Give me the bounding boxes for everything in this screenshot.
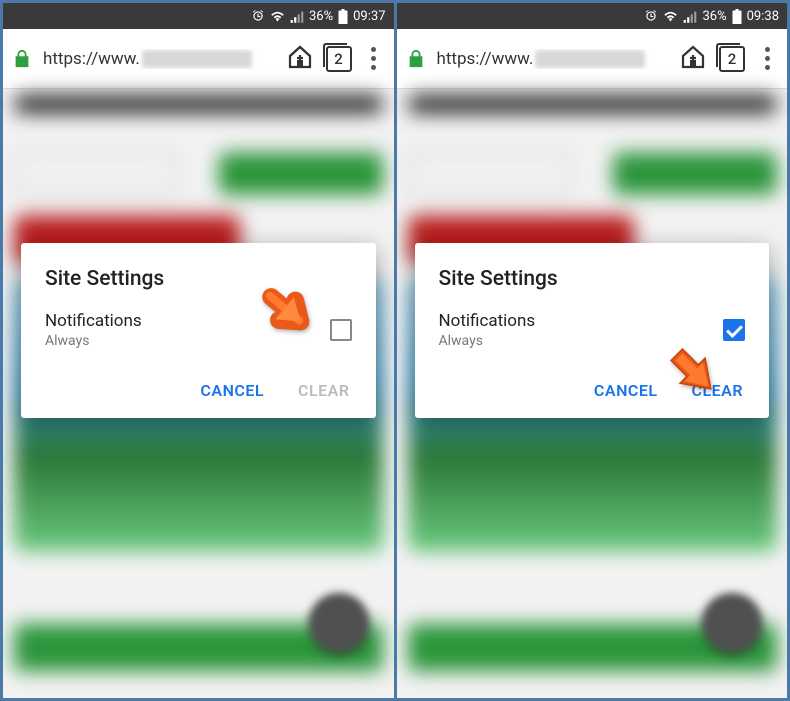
- battery-icon: [732, 9, 742, 24]
- notifications-label: Notifications: [45, 311, 330, 331]
- dialog-title: Site Settings: [45, 267, 352, 291]
- lock-icon: [13, 49, 31, 69]
- url-field[interactable]: https://www.: [437, 49, 668, 69]
- home-icon[interactable]: [286, 43, 314, 75]
- signal-icon: [290, 10, 304, 23]
- cancel-button[interactable]: CANCEL: [198, 375, 266, 406]
- wifi-icon: [270, 10, 285, 23]
- status-bar: 36% 09:38: [397, 3, 788, 29]
- lock-icon: [407, 49, 425, 69]
- wifi-icon: [663, 10, 678, 23]
- notifications-checkbox[interactable]: [723, 319, 745, 341]
- clock-text: 09:37: [353, 9, 385, 24]
- phone-right: 36% 09:38 https://www. 2: [397, 3, 788, 698]
- site-settings-dialog: Site Settings Notifications Always CANCE…: [21, 243, 376, 418]
- cancel-button[interactable]: CANCEL: [592, 375, 660, 406]
- alarm-icon: [644, 9, 658, 23]
- dialog-title: Site Settings: [439, 267, 746, 291]
- battery-text: 36%: [309, 9, 333, 24]
- url-redacted: [535, 50, 645, 68]
- tab-count: 2: [719, 46, 745, 72]
- signal-icon: [683, 10, 697, 23]
- home-icon[interactable]: [679, 43, 707, 75]
- battery-text: 36%: [702, 9, 726, 24]
- alarm-icon: [251, 9, 265, 23]
- phone-left: 36% 09:37 https://www. 2: [3, 3, 394, 698]
- dialog-actions: CANCEL CLEAR: [439, 375, 746, 406]
- battery-icon: [338, 9, 348, 24]
- notifications-label: Notifications: [439, 311, 724, 331]
- tab-count: 2: [326, 46, 352, 72]
- menu-icon[interactable]: [364, 47, 384, 70]
- clear-button[interactable]: CLEAR: [690, 375, 745, 406]
- clear-button[interactable]: CLEAR: [296, 375, 351, 406]
- notifications-sublabel: Always: [439, 333, 724, 349]
- notifications-checkbox[interactable]: [330, 319, 352, 341]
- url-prefix: https://www.: [43, 49, 140, 69]
- notifications-row[interactable]: Notifications Always: [439, 311, 746, 349]
- screenshots-container: 36% 09:37 https://www. 2: [0, 0, 790, 701]
- status-bar: 36% 09:37: [3, 3, 394, 29]
- url-prefix: https://www.: [437, 49, 534, 69]
- menu-icon[interactable]: [757, 47, 777, 70]
- clock-text: 09:38: [747, 9, 779, 24]
- tabs-icon[interactable]: 2: [719, 46, 745, 72]
- site-settings-dialog: Site Settings Notifications Always CANCE…: [415, 243, 770, 418]
- notifications-row[interactable]: Notifications Always: [45, 311, 352, 349]
- dialog-actions: CANCEL CLEAR: [45, 375, 352, 406]
- url-field[interactable]: https://www.: [43, 49, 274, 69]
- url-redacted: [142, 50, 252, 68]
- notifications-sublabel: Always: [45, 333, 330, 349]
- tabs-icon[interactable]: 2: [326, 46, 352, 72]
